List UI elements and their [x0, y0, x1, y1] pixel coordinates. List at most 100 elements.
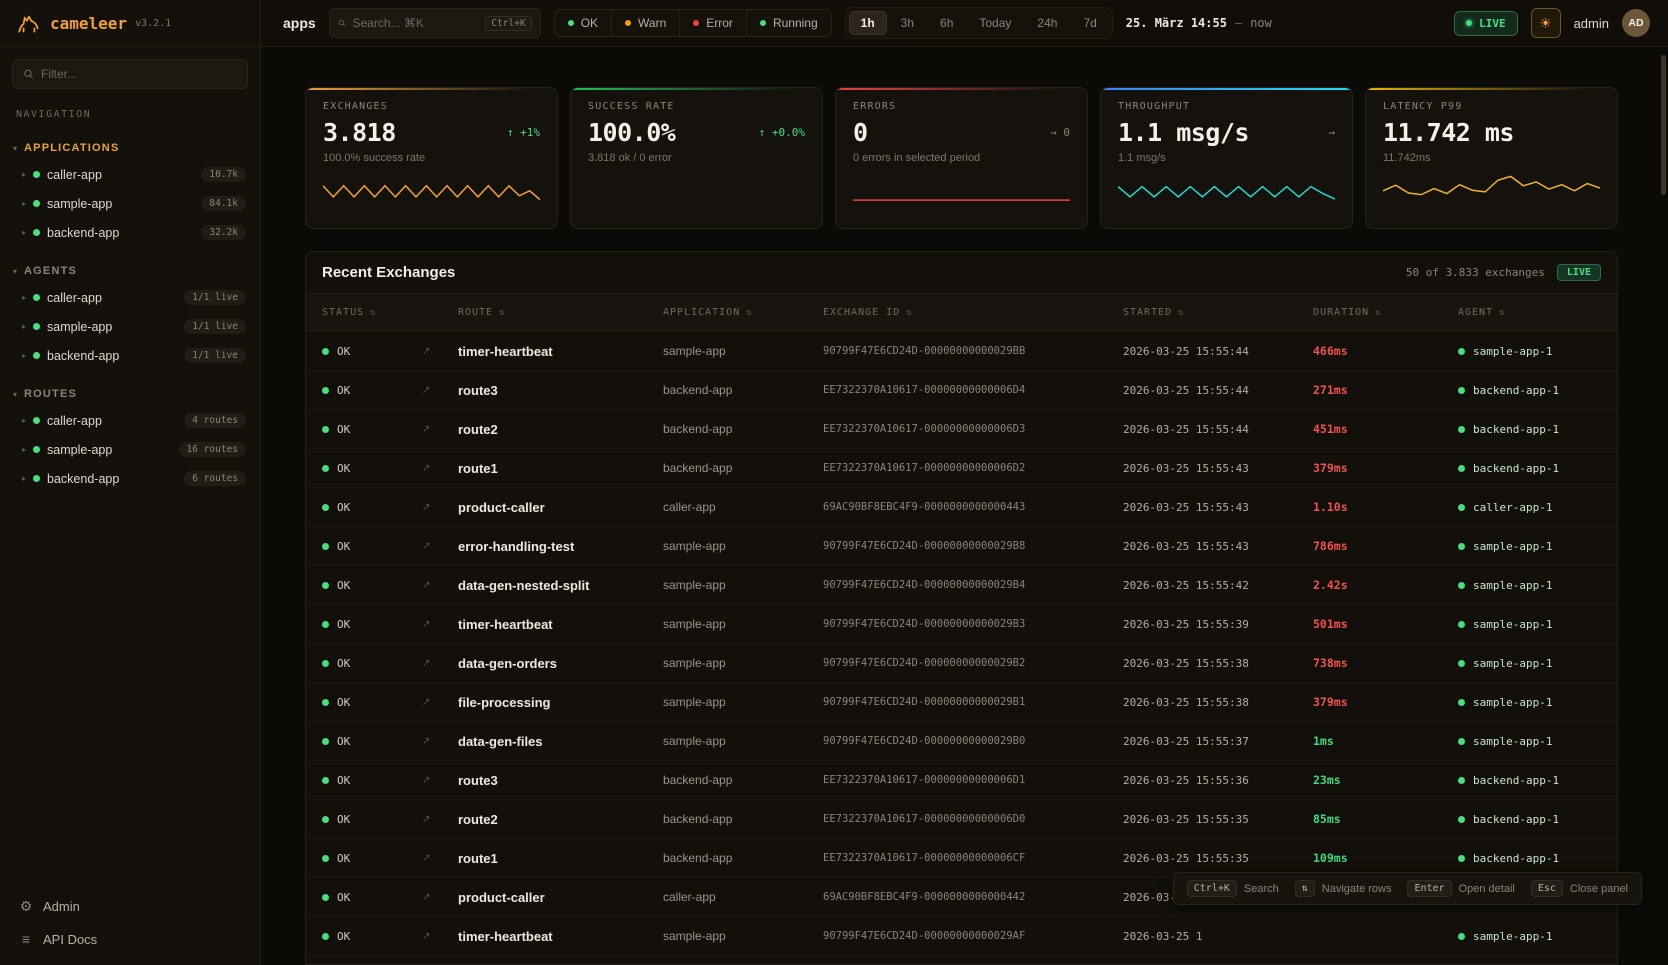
open-detail-icon[interactable]: ↗ [422, 346, 458, 357]
open-detail-icon[interactable]: ↗ [422, 853, 458, 864]
sidebar-section-routes[interactable]: ▾ ROUTES [0, 384, 260, 406]
global-search-input[interactable] [352, 16, 478, 30]
chevron-right-icon: ▸ [22, 474, 26, 483]
column-header-exchange-id[interactable]: EXCHANGE ID⇅ [823, 307, 1123, 318]
range-button-6h[interactable]: 6h [928, 11, 965, 35]
sidebar-item-backend-app[interactable]: ▸ backend-app 1/1 live [0, 341, 260, 370]
table-row[interactable]: OK ↗ data-gen-files sample-app 90799F47E… [306, 722, 1617, 761]
table-row[interactable]: OK ↗ timer-heartbeat sample-app 90799F47… [306, 605, 1617, 644]
application-cell: sample-app [663, 578, 823, 592]
stat-accent-bar [836, 88, 1087, 90]
sidebar-item-caller-app[interactable]: ▸ caller-app 4 routes [0, 406, 260, 435]
status-filter-group: OKWarnErrorRunning [554, 9, 832, 37]
open-detail-icon[interactable]: ↗ [422, 736, 458, 747]
column-header-status[interactable]: STATUS⇅ [322, 307, 422, 318]
table-row[interactable]: OK ↗ route2 backend-app EE7322370A10617-… [306, 410, 1617, 449]
sort-icon: ⇅ [1499, 308, 1505, 318]
started-cell: 2026-03-25 15:55:38 [1123, 696, 1313, 709]
sidebar-filter-input[interactable] [41, 67, 237, 81]
stat-card-success-rate: SUCCESS RATE 100.0% ↑ +0.0% 3.818 ok / 0… [570, 87, 823, 229]
filter-chip-warn[interactable]: Warn [612, 10, 680, 36]
range-button-3h[interactable]: 3h [889, 11, 926, 35]
table-row[interactable]: OK ↗ product-caller caller-app 69AC90BF8… [306, 488, 1617, 527]
started-cell: 2026-03-25 15:55:44 [1123, 345, 1313, 358]
filter-chip-ok[interactable]: OK [555, 10, 612, 36]
chevron-down-icon: ▾ [13, 144, 17, 153]
range-button-today[interactable]: Today [967, 11, 1023, 35]
agent-dot-icon [1458, 660, 1465, 667]
sidebar-item-caller-app[interactable]: ▸ caller-app 1/1 live [0, 283, 260, 312]
filter-chip-running[interactable]: Running [747, 10, 831, 36]
sidebar-item-sample-app[interactable]: ▸ sample-app 84.1k [0, 189, 260, 218]
sidebar-section-applications[interactable]: ▾ APPLICATIONS [0, 138, 260, 160]
table-row[interactable]: OK ↗ route2 backend-app EE7322370A10617-… [306, 800, 1617, 839]
stat-subtext: 11.742ms [1383, 152, 1600, 164]
scrollbar-thumb[interactable] [1661, 55, 1666, 195]
open-detail-icon[interactable]: ↗ [422, 814, 458, 825]
status-cell: OK [322, 852, 422, 865]
range-button-7d[interactable]: 7d [1071, 11, 1108, 35]
sidebar-item-sample-app[interactable]: ▸ sample-app 1/1 live [0, 312, 260, 341]
open-detail-icon[interactable]: ↗ [422, 385, 458, 396]
column-header-started[interactable]: STARTED⇅ [1123, 307, 1313, 318]
sidebar-item-backend-app[interactable]: ▸ backend-app 6 routes [0, 464, 260, 493]
search-icon [23, 68, 34, 80]
open-detail-icon[interactable]: ↗ [422, 463, 458, 474]
column-header-agent[interactable]: AGENT⇅ [1458, 307, 1601, 318]
kbd-key: Esc [1531, 880, 1563, 897]
open-detail-icon[interactable]: ↗ [422, 541, 458, 552]
ok-dot-icon [322, 699, 329, 706]
keyboard-shortcuts-bar: Ctrl+KSearch⇅Navigate rowsEnterOpen deta… [1173, 872, 1642, 905]
open-detail-icon[interactable]: ↗ [422, 697, 458, 708]
exchange-id-cell: EE7322370A10617-00000000000006D3 [823, 423, 1123, 435]
sidebar-item-caller-app[interactable]: ▸ caller-app 10.7k [0, 160, 260, 189]
status-dot-icon [33, 352, 40, 359]
user-name: admin [1574, 16, 1609, 31]
column-header-application[interactable]: APPLICATION⇅ [663, 307, 823, 318]
filter-chip-error[interactable]: Error [680, 10, 747, 36]
agent-dot-icon [1458, 933, 1465, 940]
open-detail-icon[interactable]: ↗ [422, 658, 458, 669]
open-detail-icon[interactable]: ↗ [422, 931, 458, 942]
date-range-display[interactable]: 25. März 14:55 — now [1126, 16, 1272, 30]
table-row[interactable]: OK ↗ timer-heartbeat sample-app 90799F47… [306, 917, 1617, 956]
table-row[interactable]: OK ↗ file-processing sample-app 90799F47… [306, 683, 1617, 722]
table-row[interactable]: OK ↗ route3 backend-app EE7322370A10617-… [306, 371, 1617, 410]
range-button-24h[interactable]: 24h [1025, 11, 1069, 35]
open-detail-icon[interactable]: ↗ [422, 775, 458, 786]
exchange-id-cell: 69AC90BF8EBC4F9-0000000000000442 [823, 891, 1123, 903]
global-search[interactable]: Ctrl+K [329, 8, 541, 38]
table-row[interactable]: OK ↗ route1 backend-app EE7322370A10617-… [306, 449, 1617, 488]
open-detail-icon[interactable]: ↗ [422, 619, 458, 630]
open-detail-icon[interactable]: ↗ [422, 580, 458, 591]
sidebar-item-sample-app[interactable]: ▸ sample-app 16 routes [0, 435, 260, 464]
table-row[interactable]: OK ↗ route3 backend-app EE7322370A10617-… [306, 761, 1617, 800]
open-detail-icon[interactable]: ↗ [422, 424, 458, 435]
stat-accent-bar [1101, 88, 1352, 90]
avatar[interactable]: AD [1622, 9, 1650, 37]
column-header-route[interactable]: ROUTE⇅ [458, 307, 663, 318]
count-badge: 10.7k [201, 167, 246, 182]
sort-icon: ⇅ [370, 308, 376, 318]
sidebar-item-api-docs[interactable]: ≡ API Docs [0, 923, 260, 955]
column-header-duration[interactable]: DURATION⇅ [1313, 307, 1458, 318]
application-cell: caller-app [663, 890, 823, 904]
table-row[interactable]: OK ↗ data-gen-nested-split sample-app 90… [306, 566, 1617, 605]
table-row[interactable]: OK ↗ timer-heartbeat sample-app 90799F47… [306, 332, 1617, 371]
sidebar-filter[interactable] [12, 59, 248, 89]
range-button-1h[interactable]: 1h [849, 11, 887, 35]
list-icon: ≡ [18, 931, 34, 947]
live-toggle[interactable]: LIVE [1454, 11, 1518, 36]
sidebar-section-agents[interactable]: ▾ AGENTS [0, 261, 260, 283]
open-detail-icon[interactable]: ↗ [422, 892, 458, 903]
sidebar-item-admin[interactable]: ⚙ Admin [0, 890, 260, 923]
open-detail-icon[interactable]: ↗ [422, 502, 458, 513]
started-cell: 2026-03-25 15:55:43 [1123, 501, 1313, 514]
status-dot-icon [760, 20, 766, 26]
theme-toggle-button[interactable]: ☀ [1531, 8, 1561, 38]
agent-cell: backend-app-1 [1458, 462, 1601, 475]
status-cell: OK [322, 618, 422, 631]
table-row[interactable]: OK ↗ error-handling-test sample-app 9079… [306, 527, 1617, 566]
table-row[interactable]: OK ↗ data-gen-orders sample-app 90799F47… [306, 644, 1617, 683]
sidebar-item-backend-app[interactable]: ▸ backend-app 32.2k [0, 218, 260, 247]
